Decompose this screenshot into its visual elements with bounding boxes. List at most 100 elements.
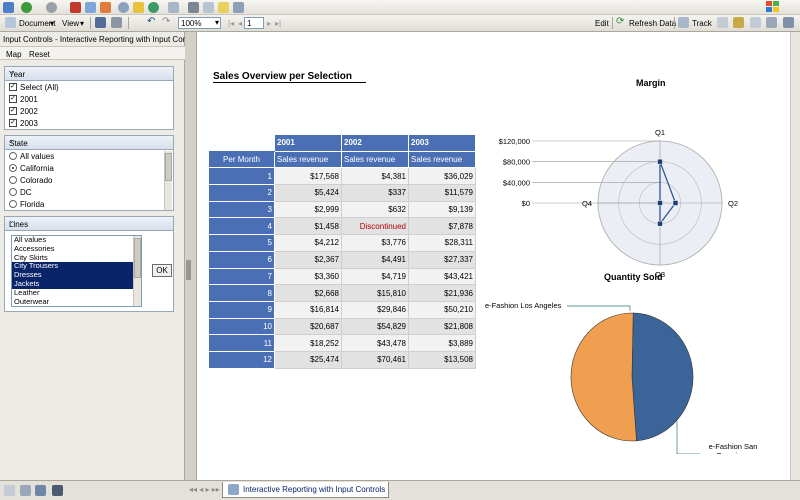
splitter-grip-icon[interactable] bbox=[186, 260, 191, 280]
state-option-florida[interactable]: Florida bbox=[5, 198, 173, 210]
panel-splitter[interactable] bbox=[185, 32, 197, 480]
blank-cell bbox=[209, 135, 275, 152]
filter-structure-icon[interactable] bbox=[20, 485, 31, 496]
input-controls-icon[interactable] bbox=[35, 485, 46, 496]
year-option-2003[interactable]: ✓ 2003 bbox=[5, 117, 173, 129]
track-button[interactable]: Track bbox=[692, 19, 712, 28]
radio-icon[interactable] bbox=[9, 176, 17, 184]
state-option-california[interactable]: California bbox=[5, 162, 173, 174]
reset-link[interactable]: Reset bbox=[29, 50, 50, 59]
save-icon[interactable] bbox=[95, 17, 106, 28]
scrollbar-thumb[interactable] bbox=[165, 153, 172, 181]
search-icon[interactable] bbox=[118, 2, 129, 13]
more-icon[interactable] bbox=[766, 17, 777, 28]
scrollbar-thumb[interactable] bbox=[134, 238, 141, 278]
radar-category-label: Q1 bbox=[655, 128, 665, 137]
pie-slice-label: e-Fashion SanFrancisco bbox=[709, 442, 758, 454]
edit-button[interactable]: Edit bbox=[595, 19, 609, 28]
revenue-cell: $1,458 bbox=[274, 217, 342, 236]
document-icon[interactable] bbox=[85, 2, 96, 13]
map-link[interactable]: Map bbox=[6, 50, 22, 59]
binoculars-icon[interactable] bbox=[52, 485, 63, 496]
outline-icon[interactable] bbox=[717, 17, 728, 28]
forward-icon[interactable] bbox=[21, 2, 32, 13]
lines-listbox[interactable]: All values Accessories City Skirts City … bbox=[11, 235, 142, 307]
refresh-data-button[interactable]: Refresh Data bbox=[629, 19, 676, 28]
state-scrollbar[interactable] bbox=[164, 151, 172, 210]
mail-icon[interactable] bbox=[168, 2, 179, 13]
pie-slice bbox=[631, 312, 694, 442]
collapse-icon[interactable]: ⌃ bbox=[9, 70, 167, 79]
filter-icon[interactable] bbox=[733, 17, 744, 28]
year-option-all[interactable]: ✓ Select (All) bbox=[5, 81, 173, 93]
refresh-small-icon[interactable] bbox=[46, 2, 57, 13]
previous-page-icon[interactable]: ◂ bbox=[238, 19, 242, 28]
radio-selected-icon[interactable] bbox=[9, 164, 17, 172]
lines-header[interactable]: Lines ⌃ bbox=[5, 217, 173, 231]
house-icon[interactable] bbox=[100, 2, 111, 13]
state-option-dc[interactable]: DC bbox=[5, 186, 173, 198]
state-option-all[interactable]: All values bbox=[5, 150, 173, 162]
lines-control: Lines ⌃ All values Accessories City Skir… bbox=[4, 216, 174, 312]
revenue-cell: Discontinued bbox=[341, 217, 409, 236]
collapse-icon[interactable]: ⌃ bbox=[9, 220, 167, 229]
radio-icon[interactable] bbox=[9, 200, 17, 208]
table-row: 4 $1,458 Discontinued $7,878 bbox=[208, 217, 476, 236]
page-number-input[interactable]: 1 bbox=[244, 17, 264, 29]
checkbox-icon[interactable]: ✓ bbox=[9, 119, 17, 127]
print-icon[interactable] bbox=[188, 2, 199, 13]
tab-nav-arrows-icon[interactable]: ◂◂ ◂ ▸ ▸▸ bbox=[189, 485, 220, 494]
print-icon[interactable] bbox=[111, 17, 122, 28]
zoom-dropdown-icon[interactable]: ▾ bbox=[215, 18, 219, 27]
radio-icon[interactable] bbox=[9, 188, 17, 196]
checkbox-icon[interactable]: ✓ bbox=[9, 107, 17, 115]
year-option-2001[interactable]: ✓ 2001 bbox=[5, 93, 173, 105]
lines-option[interactable]: Outerwear bbox=[12, 297, 141, 306]
document-structure-icon[interactable] bbox=[4, 485, 15, 496]
last-page-icon[interactable]: ▸| bbox=[275, 19, 281, 28]
toolbar-separator bbox=[128, 17, 129, 29]
checkbox-icon[interactable]: ✓ bbox=[9, 83, 17, 91]
formula-icon[interactable] bbox=[750, 17, 761, 28]
settings-icon[interactable] bbox=[783, 17, 794, 28]
table-row: 11 $18,252 $43,478 $3,889 bbox=[208, 334, 476, 352]
collapse-icon[interactable]: ⌃ bbox=[9, 139, 167, 148]
next-page-icon[interactable]: ▸ bbox=[267, 19, 271, 28]
ok-button[interactable]: OK bbox=[152, 264, 172, 277]
document-menu-arrow-icon[interactable]: ▾ bbox=[50, 19, 54, 28]
report-scrollbar[interactable] bbox=[790, 32, 800, 480]
revenue-cell: $632 bbox=[341, 200, 409, 219]
revenue-cell: $4,381 bbox=[341, 167, 409, 186]
checkbox-icon[interactable]: ✓ bbox=[9, 95, 17, 103]
revenue-cell: $3,889 bbox=[408, 334, 476, 352]
toolbar-separator bbox=[90, 17, 91, 29]
view-menu-arrow-icon[interactable]: ▾ bbox=[80, 19, 84, 28]
state-header[interactable]: State ⌃ bbox=[5, 136, 173, 150]
history-icon[interactable] bbox=[148, 2, 159, 13]
view-menu[interactable]: View bbox=[62, 19, 79, 28]
year-header[interactable]: Year ⌃ bbox=[5, 67, 173, 81]
close-doc-icon[interactable] bbox=[70, 2, 81, 13]
lines-scrollbar[interactable] bbox=[133, 236, 141, 306]
undo-icon[interactable]: ↶ bbox=[147, 16, 158, 27]
state-option-colorado[interactable]: Colorado bbox=[5, 174, 173, 186]
notes-icon[interactable] bbox=[233, 2, 244, 13]
year-option-2002[interactable]: ✓ 2002 bbox=[5, 105, 173, 117]
table-row: 9 $16,814 $29,846 $50,210 bbox=[208, 300, 476, 319]
first-page-icon[interactable]: |◂ bbox=[228, 19, 234, 28]
year-header-cell: 2002 bbox=[341, 134, 409, 152]
refresh-icon[interactable]: ⟳ bbox=[616, 16, 627, 27]
revenue-cell: $7,878 bbox=[408, 217, 476, 236]
edit-icon[interactable] bbox=[203, 2, 214, 13]
star-icon[interactable] bbox=[133, 2, 144, 13]
radio-icon[interactable] bbox=[9, 152, 17, 160]
home-icon[interactable] bbox=[3, 2, 14, 13]
track-icon[interactable] bbox=[678, 17, 689, 28]
report-tab-active[interactable]: Interactive Reporting with Input Control… bbox=[222, 482, 389, 498]
folder-icon[interactable] bbox=[218, 2, 229, 13]
panel-bottom-toolbar bbox=[0, 480, 185, 500]
year-header-cell: 2003 bbox=[408, 134, 476, 152]
redo-icon[interactable]: ↷ bbox=[162, 16, 173, 27]
table-row: 3 $2,999 $632 $9,139 bbox=[208, 200, 476, 219]
table-row: 1 $17,568 $4,381 $36,029 bbox=[208, 167, 476, 186]
